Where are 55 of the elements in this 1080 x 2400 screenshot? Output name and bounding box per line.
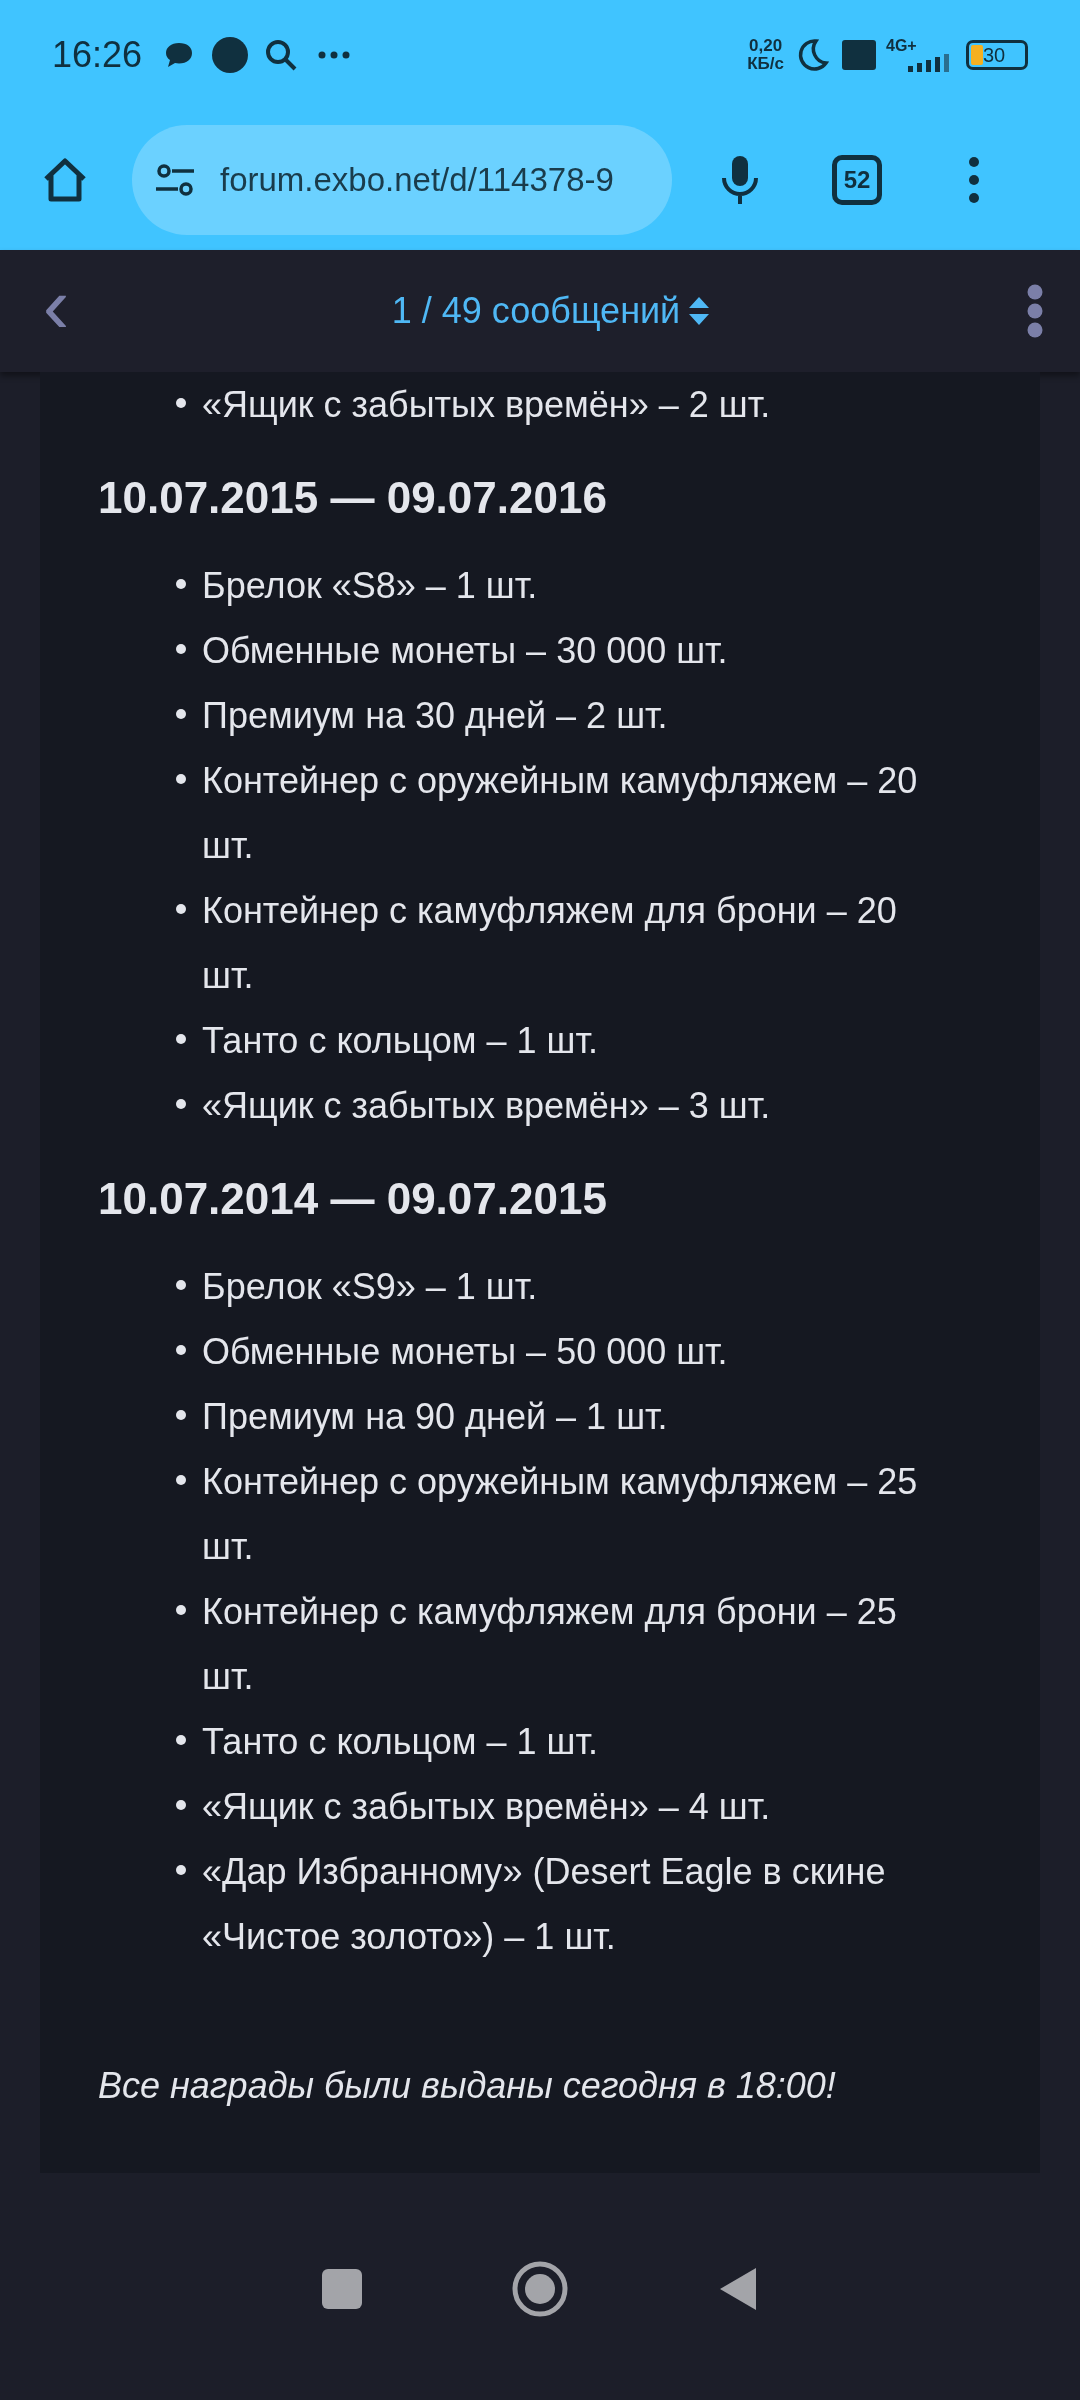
list-item-text: Контейнер с оружейным камуфляжем – 20 шт. (202, 759, 919, 868)
bullet-icon (176, 774, 186, 784)
list-item-text: «Ящик с забытых времён» – 3 шт. (202, 1084, 771, 1128)
bullet-icon (176, 709, 186, 719)
chat-icon (164, 41, 195, 69)
back-icon[interactable] (718, 2265, 758, 2312)
bullet-icon (176, 644, 186, 654)
more-icon[interactable] (1026, 284, 1044, 338)
list-item-text: Контейнер с оружейным камуфляжем – 25 шт. (202, 1460, 919, 1569)
section-heading: 10.07.2014 — 09.07.2015 (98, 1173, 608, 1225)
battery-indicator: 30 (966, 40, 1028, 70)
list-item-text: Контейнер с камуфляжем для брони – 20 шт. (202, 889, 898, 998)
sort-icon[interactable] (688, 295, 711, 327)
bullet-icon (176, 1475, 186, 1485)
bullet-icon (176, 1800, 186, 1810)
list-item-text: «Дар Избранному» (Desert Eagle в скине «Чистое золото») – 1 шт. (202, 1850, 887, 1959)
bullet-icon (176, 1865, 186, 1875)
list-item-text: Обменные монеты – 30 000 шт. (202, 629, 728, 673)
list-item-text: Премиум на 30 дней – 2 шт. (202, 694, 668, 738)
list-item-text: «Ящик с забытых времён» – 2 шт. (202, 383, 771, 427)
address-bar[interactable]: forum.exbo.net/d/114378-9 (132, 125, 672, 235)
more-icon (318, 51, 351, 59)
network-speed: 0,20 КБ/с (747, 37, 784, 73)
circle-icon (212, 37, 249, 73)
list-item-text: Танто с кольцом – 1 шт. (202, 1720, 598, 1764)
list-item-text: Премиум на 90 дней – 1 шт. (202, 1395, 668, 1439)
tabs-button[interactable]: 52 (832, 155, 882, 205)
list-item-text: Брелок «S9» – 1 шт. (202, 1265, 538, 1309)
network-type: 4G+ (886, 38, 917, 54)
bullet-icon (176, 1280, 186, 1290)
list-item-text: Контейнер с камуфляжем для брони – 25 шт. (202, 1590, 898, 1699)
list-item-text: Танто с кольцом – 1 шт. (202, 1019, 598, 1063)
menu-icon[interactable] (968, 156, 980, 204)
microphone-icon[interactable] (720, 154, 760, 206)
recents-icon[interactable] (322, 2268, 362, 2309)
bullet-icon (176, 579, 186, 589)
list-item-text: Брелок «S8» – 1 шт. (202, 564, 538, 608)
bullet-icon (176, 1410, 186, 1420)
bullet-icon (176, 1345, 186, 1355)
bullet-icon (176, 1605, 186, 1615)
bullet-icon (176, 398, 186, 408)
url-text: forum.exbo.net/d/114378-9 (220, 160, 614, 201)
bullet-icon (176, 1735, 186, 1745)
section-heading: 10.07.2015 — 09.07.2016 (98, 472, 608, 524)
bullet-icon (176, 1099, 186, 1109)
clock: 16:26 (52, 33, 143, 77)
list-item-text: «Ящик с забытых времён» – 4 шт. (202, 1785, 771, 1829)
bullet-icon (176, 1034, 186, 1044)
closing-note: Все награды были выданы сегодня в 18:00! (98, 2064, 837, 2108)
home-button-icon[interactable] (512, 2260, 568, 2317)
back-button[interactable]: ‹ (36, 266, 76, 346)
post-counter[interactable]: 1 / 49 сообщений (391, 284, 681, 338)
search-icon (264, 38, 299, 72)
bullet-icon (176, 904, 186, 914)
list-item-text: Обменные монеты – 50 000 шт. (202, 1330, 728, 1374)
